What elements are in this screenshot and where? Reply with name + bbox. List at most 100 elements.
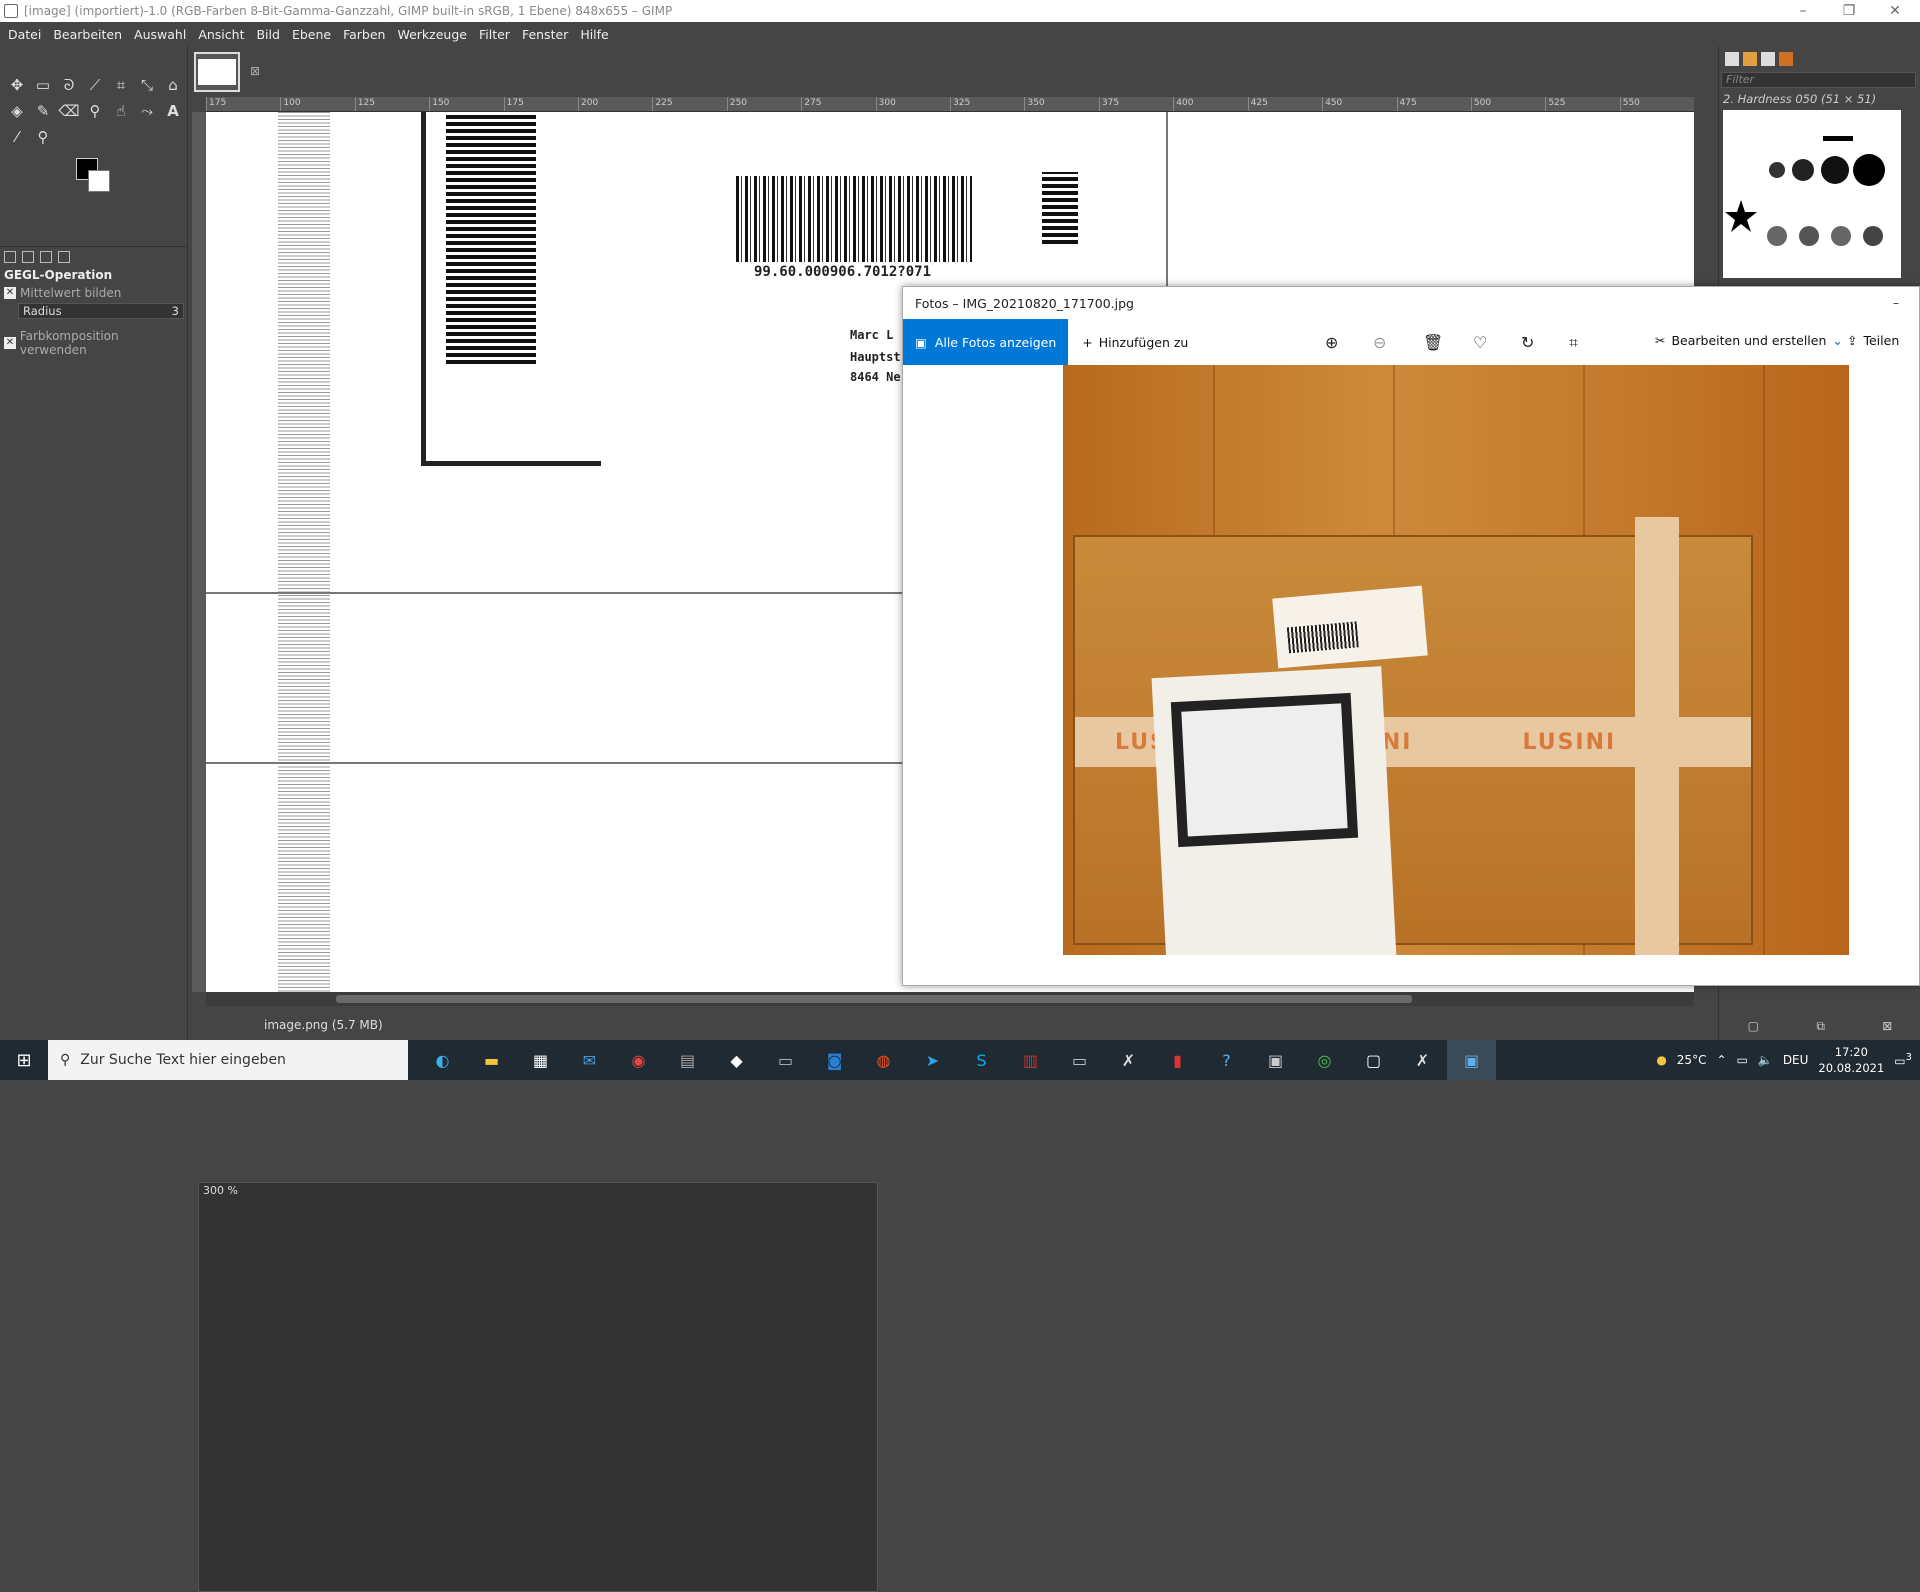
brushes-tab-icon[interactable] — [1725, 52, 1739, 66]
zoom-selector[interactable]: 300 % — [198, 1182, 878, 1592]
edit-create-button[interactable]: ✂ Bearbeiten und erstellen ⌄ — [1655, 333, 1843, 348]
eraser-tool-icon[interactable]: ⌫ — [56, 98, 82, 124]
menu-filters[interactable]: Filter — [473, 27, 516, 42]
photos-minimize-button[interactable]: – — [1873, 287, 1919, 319]
zoom-out-icon[interactable]: ⊖ — [1373, 333, 1386, 352]
app-icon[interactable]: ▢ — [1349, 1040, 1398, 1080]
smudge-tool-icon[interactable]: ☝ — [108, 98, 134, 124]
image-tab-thumbnail[interactable] — [194, 52, 240, 92]
blend-option[interactable]: ✕ Farbkomposition verwenden — [4, 329, 187, 357]
scrollbar-thumb[interactable] — [336, 995, 1412, 1003]
fuzzy-select-tool-icon[interactable]: ⟋ — [82, 72, 108, 98]
photos-app-icon[interactable]: ▣ — [1447, 1040, 1496, 1080]
duplicate-brush-icon[interactable]: ⧉ — [1816, 1019, 1825, 1034]
clock[interactable]: 17:20 20.08.2021 — [1818, 1044, 1884, 1076]
help-icon[interactable]: ? — [1202, 1040, 1251, 1080]
inkscape-icon[interactable]: ◆ — [712, 1040, 761, 1080]
radius-spinner[interactable]: Radius 3 — [18, 303, 184, 319]
brush-grid[interactable] — [1723, 110, 1901, 278]
weather-icon[interactable]: ● — [1656, 1053, 1666, 1067]
warp-tool-icon[interactable]: ⌂ — [160, 72, 186, 98]
voice-meeter-icon[interactable]: ▮ — [1153, 1040, 1202, 1080]
delete-brush-icon[interactable]: ⊠ — [1882, 1019, 1892, 1033]
start-button[interactable]: ⊞ — [0, 1040, 48, 1080]
calculator-icon[interactable]: ▭ — [1055, 1040, 1104, 1080]
menu-image[interactable]: Bild — [250, 27, 285, 42]
gimp-icon[interactable]: ✗ — [1104, 1040, 1153, 1080]
share-button[interactable]: ⇪ Teilen — [1847, 333, 1899, 348]
volume-icon[interactable]: 🔈 — [1758, 1053, 1773, 1067]
paintbrush-tool-icon[interactable]: ✎ — [30, 98, 56, 124]
color-picker-tool-icon[interactable]: ⁄ — [4, 124, 30, 150]
all-photos-button[interactable]: ▣ Alle Fotos anzeigen — [903, 319, 1069, 365]
unified-transform-tool-icon[interactable]: ⤡ — [134, 72, 160, 98]
skype-icon[interactable]: S — [957, 1040, 1006, 1080]
chrome-icon[interactable]: ◉ — [614, 1040, 663, 1080]
notification-icon[interactable]: ▭3 — [1894, 1052, 1912, 1068]
telegram-icon[interactable]: ➤ — [908, 1040, 957, 1080]
ubuntu-icon[interactable]: ◍ — [859, 1040, 908, 1080]
close-tab-icon[interactable]: ⊠ — [250, 64, 260, 78]
clone-tool-icon[interactable]: ⚲ — [82, 98, 108, 124]
average-checkbox[interactable]: ✕ — [4, 287, 16, 299]
background-color[interactable] — [88, 170, 110, 192]
path-tool-icon[interactable]: ⤳ — [134, 98, 160, 124]
store-icon[interactable]: ▦ — [516, 1040, 565, 1080]
menu-colors[interactable]: Farben — [337, 27, 391, 42]
gimp-icon[interactable]: ✗ — [1398, 1040, 1447, 1080]
rect-select-tool-icon[interactable]: ▭ — [30, 72, 56, 98]
media-icon[interactable]: ▥ — [1006, 1040, 1055, 1080]
language-indicator[interactable]: DEU — [1783, 1053, 1809, 1067]
crop-icon[interactable]: ⌗ — [1569, 333, 1578, 353]
weather-temp[interactable]: 25°C — [1677, 1053, 1707, 1067]
crop-tool-icon[interactable]: ⌗ — [108, 72, 134, 98]
live-icon[interactable]: ▭ — [761, 1040, 810, 1080]
minimize-button[interactable]: – — [1780, 0, 1826, 22]
undo-history-tab-icon[interactable] — [40, 250, 52, 263]
blend-checkbox[interactable]: ✕ — [4, 337, 16, 349]
lasso-tool-icon[interactable]: ᘐ — [56, 72, 82, 98]
outlook-icon[interactable]: ◙ — [810, 1040, 859, 1080]
patterns-tab-icon[interactable] — [1743, 52, 1757, 66]
brush-filter-input[interactable]: Filter — [1721, 72, 1916, 88]
menu-view[interactable]: Ansicht — [192, 27, 250, 42]
text-tool-icon[interactable]: A — [160, 98, 186, 124]
device-status-tab-icon[interactable] — [22, 250, 34, 263]
delete-icon[interactable]: 🗑 — [1423, 333, 1443, 352]
app-icon[interactable]: ▣ — [1251, 1040, 1300, 1080]
fonts-tab-icon[interactable] — [1761, 52, 1775, 66]
menu-tools[interactable]: Werkzeuge — [391, 27, 473, 42]
mail-icon[interactable]: ✉ — [565, 1040, 614, 1080]
gradients-tab-icon[interactable] — [1779, 52, 1793, 66]
file-explorer-icon[interactable]: ▬ — [467, 1040, 516, 1080]
images-tab-icon[interactable] — [58, 250, 70, 263]
menu-layer[interactable]: Ebene — [286, 27, 337, 42]
favorite-heart-icon[interactable]: ♡ — [1473, 333, 1487, 352]
move-tool-icon[interactable]: ✥ — [4, 72, 30, 98]
rotate-icon[interactable]: ↻ — [1521, 333, 1534, 352]
chevron-up-icon[interactable]: ⌃ — [1716, 1053, 1726, 1067]
average-option[interactable]: ✕ Mittelwert bilden — [4, 286, 121, 300]
menu-help[interactable]: Hilfe — [574, 27, 614, 42]
menu-file[interactable]: Datei — [2, 27, 47, 42]
network-icon[interactable]: ▭ — [1737, 1053, 1748, 1067]
zoom-in-icon[interactable]: ⊕ — [1325, 333, 1338, 352]
horizontal-scrollbar[interactable] — [206, 992, 1694, 1006]
menu-edit[interactable]: Bearbeiten — [47, 27, 128, 42]
maximize-button[interactable]: ❐ — [1826, 0, 1872, 22]
bucket-fill-tool-icon[interactable]: ◈ — [4, 98, 30, 124]
close-button[interactable]: ✕ — [1872, 0, 1918, 22]
app-icon[interactable]: ▤ — [663, 1040, 712, 1080]
add-to-button[interactable]: + Hinzufügen zu — [1082, 335, 1188, 350]
tool-options-tab-icon[interactable] — [4, 250, 16, 263]
edge-icon[interactable]: ◐ — [418, 1040, 467, 1080]
color-swatches[interactable] — [72, 154, 116, 198]
menu-select[interactable]: Auswahl — [128, 27, 192, 42]
gimp-app-icon — [4, 4, 18, 18]
photo-image[interactable]: LUSINI LUSINI LUSINI — [1063, 365, 1849, 955]
wechat-icon[interactable]: ◎ — [1300, 1040, 1349, 1080]
taskbar-search[interactable]: ⚲ Zur Suche Text hier eingeben — [48, 1040, 408, 1080]
menu-windows[interactable]: Fenster — [516, 27, 574, 42]
new-brush-icon[interactable]: ▢ — [1748, 1019, 1759, 1033]
zoom-tool-icon[interactable]: ⚲ — [30, 124, 56, 150]
